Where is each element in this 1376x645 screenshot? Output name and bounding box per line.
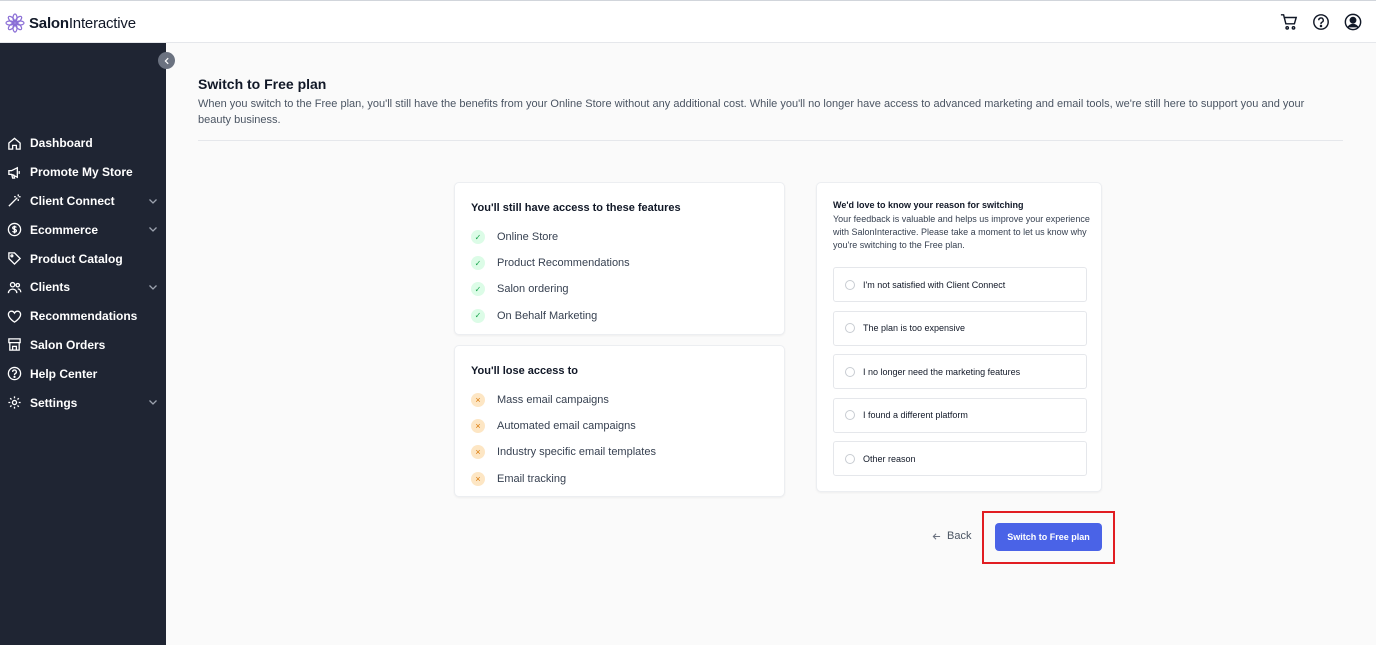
logo-text: SalonInteractive [29,14,136,32]
chevron-down-icon [149,400,157,406]
retained-features-card: You'll still have access to these featur… [454,182,785,335]
reason-description: Your feedback is valuable and helps us i… [833,214,1090,250]
reason-option-no-marketing-need[interactable]: I no longer need the marketing features [833,354,1087,390]
salon-interactive-logo[interactable]: SalonInteractive [5,13,136,33]
sidebar-item-label: Salon Orders [30,337,106,352]
header-divider [198,140,1343,141]
radio-button[interactable] [845,323,855,334]
sidebar-item-promote-my-store[interactable]: Promote My Store [0,158,166,187]
radio-button[interactable] [845,410,855,421]
page-subtitle: When you switch to the Free plan, you'll… [198,98,1305,126]
list-item: × Email tracking [471,466,656,492]
sidebar-item-salon-orders[interactable]: Salon Orders [0,331,166,360]
reason-option-other[interactable]: Other reason [833,441,1087,477]
reason-option-different-platform[interactable]: I found a different platform [833,397,1087,433]
sidebar-item-label: Ecommerce [30,222,99,237]
lost-features-card: You'll lose access to × Mass email campai… [454,345,785,497]
tag-icon [7,251,22,266]
sidebar-item-dashboard[interactable]: Dashboard [0,129,166,158]
dollar-icon [7,222,22,237]
check-icon: ✓ [471,256,485,271]
sidebar-item-settings[interactable]: Settings [0,388,166,417]
back-button[interactable]: Back [932,530,971,542]
chevron-left-icon [164,57,169,64]
sidebar-nav: Dashboard Promote My Store Client Connec… [0,129,166,417]
header-icons [1280,13,1362,31]
sidebar-item-label: Clients [30,280,71,295]
chevron-down-icon [149,285,157,290]
list-item: ✓ On Behalf Marketing [471,303,630,329]
cart-icon[interactable] [1280,13,1298,31]
list-item: ✓ Salon ordering [471,276,630,302]
retained-features-heading: You'll still have access to these featur… [471,202,681,214]
sidebar-item-recommendations[interactable]: Recommendations [0,302,166,331]
switch-reason-card: We'd love to know your reason for switch… [816,182,1102,492]
list-item: × Industry specific email templates [471,439,656,465]
sidebar-item-ecommerce[interactable]: Ecommerce [0,215,166,244]
arrow-left-icon [932,532,941,540]
close-icon: × [471,445,485,460]
check-icon: ✓ [471,282,485,297]
megaphone-icon [7,165,22,180]
reason-option-not-satisfied[interactable]: I'm not satisfied with Client Connect [833,267,1087,302]
page-title: Switch to Free plan [198,76,327,92]
help-circle-icon [7,366,22,381]
close-icon: × [471,471,485,486]
reason-option-too-expensive[interactable]: The plan is too expensive [833,310,1087,346]
sidebar-item-help-center[interactable]: Help Center [0,359,166,388]
chevron-down-icon [149,227,157,233]
flower-logo-icon [5,13,25,33]
check-icon: ✓ [471,308,485,323]
sidebar-item-clients[interactable]: Clients [0,273,166,302]
help-icon[interactable] [1312,13,1330,31]
sidebar: Dashboard Promote My Store Client Connec… [0,43,166,645]
gear-icon [7,395,22,410]
reason-heading: We'd love to know your reason for switch… [833,200,1024,210]
top-header: SalonInteractive [0,0,1376,43]
radio-button[interactable] [845,366,855,377]
list-item: × Automated email campaigns [471,413,656,439]
close-icon: × [471,393,485,408]
switch-to-free-plan-button[interactable]: Switch to Free plan [995,523,1102,551]
close-icon: × [471,419,485,434]
account-icon[interactable] [1344,13,1362,31]
store-icon [7,337,22,352]
sidebar-item-label: Product Catalog [30,251,123,266]
sidebar-item-label: Dashboard [30,136,93,151]
reason-options: I'm not satisfied with Client Connect Th… [833,267,1087,485]
sidebar-item-label: Settings [30,395,78,410]
radio-button[interactable] [845,453,855,464]
check-icon: ✓ [471,230,485,245]
users-icon [7,280,22,295]
chevron-down-icon [149,198,157,204]
home-icon [7,136,22,151]
sidebar-item-label: Recommendations [30,309,138,324]
list-item: ✓ Online Store [471,224,630,250]
wand-icon [7,193,22,208]
radio-button[interactable] [845,279,855,290]
lost-features-heading: You'll lose access to [471,365,578,377]
list-item: × Mass email campaigns [471,387,656,413]
sidebar-collapse-button[interactable] [158,52,175,69]
heart-icon [7,309,22,324]
lost-features-list: × Mass email campaigns × Automated email c… [471,387,656,492]
retained-features-list: ✓ Online Store ✓ Product Recommendations ✓… [471,224,630,329]
main-content: Switch to Free plan When you switch to t… [166,43,1376,645]
sidebar-item-product-catalog[interactable]: Product Catalog [0,244,166,273]
list-item: ✓ Product Recommendations [471,250,630,276]
sidebar-item-client-connect[interactable]: Client Connect [0,187,166,216]
sidebar-item-label: Promote My Store [30,165,133,180]
sidebar-item-label: Help Center [30,366,98,381]
sidebar-item-label: Client Connect [30,193,115,208]
